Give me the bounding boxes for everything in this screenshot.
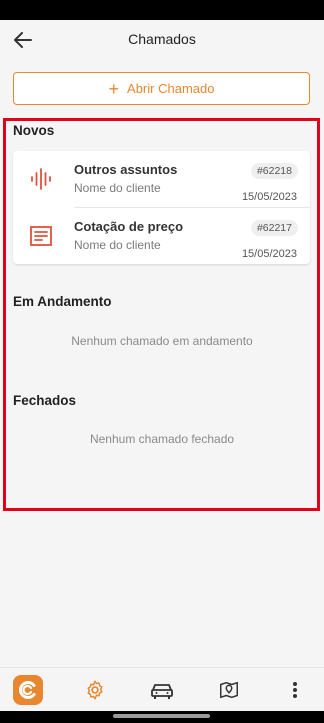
- app-bar: Chamados: [0, 20, 324, 58]
- page-title: Chamados: [128, 31, 196, 47]
- empty-state-em-andamento: Nenhum chamado em andamento: [71, 334, 253, 348]
- ticket-title: Outros assuntos: [74, 162, 178, 177]
- ticket-id-badge: #62217: [250, 220, 298, 236]
- arrow-left-icon: [14, 32, 32, 48]
- ticket-row[interactable]: Outros assuntos Nome do cliente #62218 1…: [13, 151, 310, 207]
- nav-vehicles[interactable]: [149, 677, 175, 703]
- plus-icon: +: [108, 78, 120, 99]
- nav-map[interactable]: [216, 677, 242, 703]
- ticket-date: 15/05/2023: [241, 191, 297, 203]
- section-title-novos: Novos: [13, 123, 55, 138]
- open-ticket-button[interactable]: + Abrir Chamado: [13, 72, 310, 105]
- nav-settings[interactable]: [82, 677, 108, 703]
- audio-wave-icon: [31, 168, 51, 190]
- car-icon: [151, 684, 173, 699]
- ticket-row[interactable]: Cotação de preço Nome do cliente #62217 …: [13, 208, 310, 264]
- app-logo-icon: [13, 675, 43, 705]
- ticket-client: Nome do cliente: [74, 181, 161, 195]
- home-bar[interactable]: [113, 714, 210, 718]
- bottom-nav: [0, 667, 324, 711]
- section-title-em-andamento: Em Andamento: [13, 294, 112, 309]
- open-ticket-label: Abrir Chamado: [127, 81, 215, 96]
- tickets-card: Outros assuntos Nome do cliente #62218 1…: [13, 151, 310, 264]
- more-vertical-icon: [293, 682, 297, 698]
- section-title-fechados: Fechados: [13, 393, 77, 408]
- empty-state-fechados: Nenhum chamado fechado: [89, 432, 235, 446]
- ticket-date: 15/05/2023: [241, 248, 297, 260]
- ticket-client: Nome do cliente: [74, 238, 161, 252]
- home-indicator: [0, 711, 324, 723]
- document-lines-icon: [30, 226, 52, 246]
- ticket-title: Cotação de preço: [74, 219, 184, 234]
- settings-gear-icon: [87, 680, 103, 700]
- nav-home[interactable]: [13, 675, 43, 705]
- ticket-id-badge: #62218: [250, 163, 298, 179]
- status-bar: [0, 0, 324, 20]
- nav-more[interactable]: [282, 677, 308, 703]
- back-button[interactable]: [12, 29, 34, 51]
- map-pin-icon: [220, 681, 238, 699]
